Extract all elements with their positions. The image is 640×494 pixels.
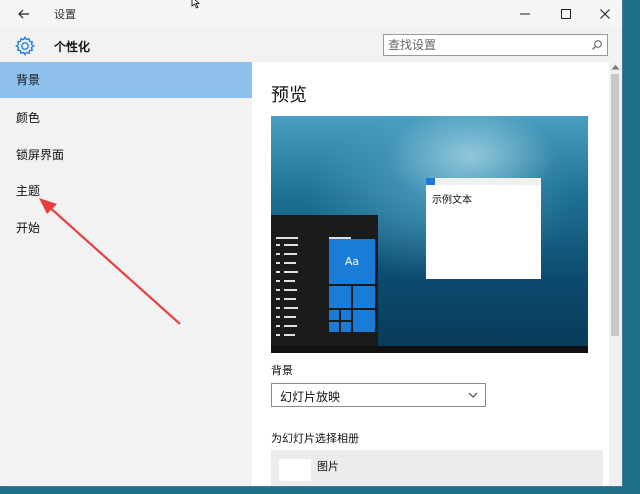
start-menu-line [284, 334, 295, 336]
window-title: 设置 [54, 8, 76, 21]
sidebar-item-label: 颜色 [16, 111, 41, 125]
start-menu-line [284, 244, 298, 246]
album-label: 为幻灯片选择相册 [271, 432, 359, 445]
scrollbar[interactable] [609, 62, 622, 486]
sidebar-item-label: 背景 [16, 73, 41, 87]
page-title: 个性化 [54, 40, 91, 54]
settings-window: 设置 个性化 查找设置 背景 颜色 锁屏界面 主题 开始 预览 Aa 示例文本 … [0, 0, 622, 486]
main-content: 预览 Aa 示例文本 背景 幻灯片放映 为幻灯片选择相册 图片 [252, 62, 622, 486]
start-menu-line [276, 289, 280, 291]
start-tile [341, 310, 351, 320]
minimize-button[interactable] [508, 0, 542, 28]
start-menu-line [284, 307, 298, 309]
sidebar-item-colors[interactable]: 颜色 [0, 100, 252, 136]
search-icon[interactable] [591, 39, 603, 51]
start-tile [353, 310, 375, 332]
album-item[interactable]: 图片 [271, 450, 603, 486]
start-menu-line [284, 298, 296, 300]
close-icon [600, 9, 610, 19]
page-header: 个性化 [0, 28, 622, 62]
start-menu-line [284, 253, 297, 255]
start-tile [353, 286, 375, 308]
back-button[interactable] [16, 6, 32, 22]
start-menu-line [276, 262, 280, 264]
desktop-preview: Aa 示例文本 [271, 116, 588, 353]
album-thumbnail [279, 459, 311, 481]
start-menu-line [276, 334, 280, 336]
start-tile-aa: Aa [329, 239, 375, 284]
search-input[interactable] [388, 37, 578, 53]
start-tile [341, 322, 351, 332]
sidebar-item-label: 开始 [16, 221, 41, 235]
album-item-name: 图片 [317, 460, 339, 473]
start-menu-line [276, 280, 280, 282]
sidebar-item-label: 锁屏界面 [16, 148, 65, 162]
section-title: 预览 [271, 85, 307, 106]
start-menu-line [284, 289, 297, 291]
mouse-cursor-icon [191, 0, 201, 9]
start-menu-line [276, 244, 280, 246]
start-tile [329, 322, 339, 332]
start-menu-line [276, 253, 280, 255]
preview-taskbar [271, 346, 588, 353]
scrollbar-thumb[interactable] [611, 74, 619, 336]
sidebar: 背景 颜色 锁屏界面 主题 开始 [0, 62, 252, 486]
maximize-icon [561, 9, 571, 19]
start-menu-line [276, 325, 280, 327]
start-menu-line [284, 280, 295, 282]
sample-window-accent [426, 178, 435, 185]
background-select-value: 幻灯片放映 [280, 390, 341, 404]
sidebar-item-start[interactable]: 开始 [0, 210, 252, 246]
maximize-button[interactable] [549, 0, 583, 28]
back-arrow-icon [18, 9, 29, 19]
start-menu-line [276, 271, 280, 273]
chevron-down-icon [468, 392, 478, 398]
start-menu-line [284, 316, 296, 318]
sidebar-item-label: 主题 [16, 184, 41, 198]
start-menu-line [276, 316, 280, 318]
sidebar-item-themes[interactable]: 主题 [0, 173, 252, 209]
minimize-icon [520, 13, 530, 15]
close-button[interactable] [588, 0, 622, 28]
background-select[interactable]: 幻灯片放映 [271, 383, 486, 407]
background-label: 背景 [271, 364, 293, 377]
sidebar-item-background[interactable]: 背景 [0, 62, 252, 98]
gear-icon [15, 36, 35, 56]
start-menu-line [276, 307, 280, 309]
search-box[interactable] [383, 34, 608, 56]
start-menu-line [284, 262, 296, 264]
sample-window-titlebar [426, 178, 541, 185]
title-bar: 设置 [0, 0, 622, 28]
sample-window-preview: 示例文本 [426, 178, 541, 279]
start-menu-preview: Aa [271, 215, 378, 346]
start-tile [329, 310, 339, 320]
start-menu-line [276, 298, 280, 300]
start-tile [329, 286, 351, 308]
sample-window-text: 示例文本 [432, 195, 472, 206]
scroll-up-icon[interactable] [611, 64, 620, 70]
sidebar-item-lock-screen[interactable]: 锁屏界面 [0, 137, 252, 173]
start-menu-line [284, 325, 297, 327]
start-menu-line [284, 271, 298, 273]
start-menu-line [276, 237, 298, 239]
